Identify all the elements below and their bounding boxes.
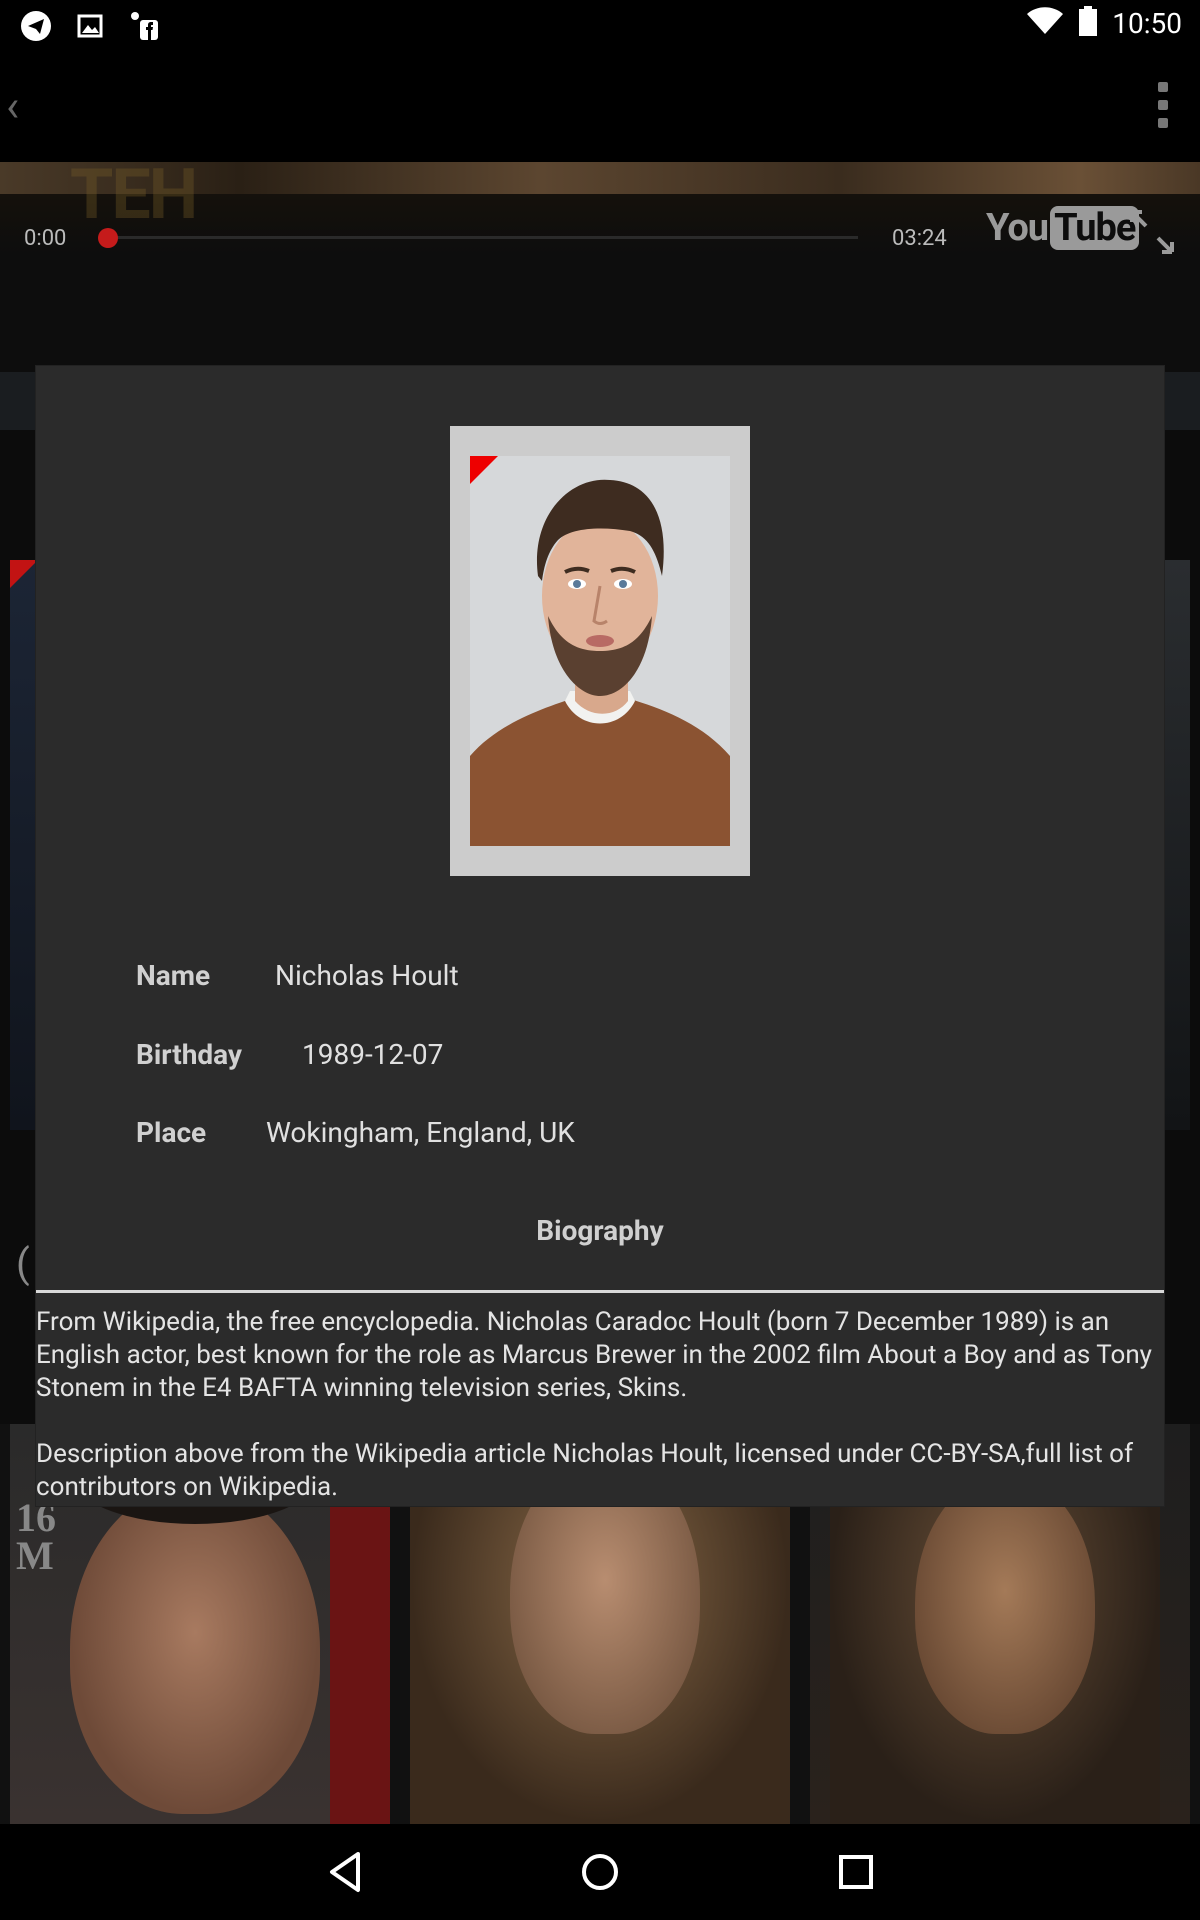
seek-handle[interactable] bbox=[98, 228, 118, 248]
telegram-icon bbox=[18, 8, 54, 44]
birthday-row: Birthday 1989-12-07 bbox=[136, 1038, 443, 1071]
video-overlay-text: TEH bbox=[70, 162, 198, 236]
portrait-frame bbox=[450, 426, 750, 876]
recents-icon[interactable] bbox=[828, 1844, 884, 1900]
status-bar: 10:50 bbox=[0, 0, 1200, 50]
duration: 03:24 bbox=[892, 226, 947, 251]
background-text: ( bbox=[16, 1240, 30, 1287]
video-player[interactable]: TEH 0:00 03:24 You Tube bbox=[0, 162, 1200, 372]
biography-text: From Wikipedia, the free encyclopedia. N… bbox=[36, 1306, 1164, 1537]
youtube-logo[interactable]: You Tube bbox=[986, 206, 1140, 250]
name-row: Name Nicholas Hoult bbox=[136, 959, 459, 992]
name-label: Name bbox=[136, 959, 211, 992]
place-label: Place bbox=[136, 1116, 207, 1149]
back-icon[interactable] bbox=[318, 1844, 374, 1900]
magazine-text: M bbox=[16, 1533, 54, 1578]
facebook-icon bbox=[126, 8, 162, 44]
status-time: 10:50 bbox=[1112, 6, 1182, 40]
birthday-label: Birthday bbox=[136, 1038, 243, 1071]
fullscreen-icon[interactable] bbox=[1128, 208, 1176, 256]
navigation-bar bbox=[0, 1824, 1200, 1920]
ribbon-icon bbox=[10, 560, 38, 588]
battery-icon bbox=[1078, 6, 1098, 40]
home-icon[interactable] bbox=[572, 1844, 628, 1900]
biography-paragraph: Description above from the Wikipedia art… bbox=[36, 1439, 1134, 1502]
place-value: Wokingham, England, UK bbox=[266, 1116, 575, 1149]
biography-heading: Biography bbox=[536, 1214, 664, 1247]
biography-paragraph: From Wikipedia, the free encyclopedia. N… bbox=[36, 1307, 1152, 1403]
chevron-left-icon[interactable]: ‹ bbox=[6, 80, 19, 132]
person-portrait bbox=[470, 456, 730, 846]
ribbon-icon bbox=[470, 456, 498, 484]
divider bbox=[36, 1290, 1164, 1293]
more-vert-icon[interactable] bbox=[1158, 82, 1170, 128]
name-value: Nicholas Hoult bbox=[275, 959, 459, 992]
image-icon bbox=[72, 8, 108, 44]
wifi-icon bbox=[1026, 6, 1064, 40]
action-bar: ‹ bbox=[0, 50, 1200, 162]
birthday-value: 1989-12-07 bbox=[302, 1038, 444, 1071]
place-row: Place Wokingham, England, UK bbox=[136, 1116, 575, 1149]
person-detail-dialog: Name Nicholas Hoult Birthday 1989-12-07 … bbox=[36, 366, 1164, 1506]
seek-bar[interactable] bbox=[108, 236, 858, 239]
current-time: 0:00 bbox=[24, 226, 67, 251]
